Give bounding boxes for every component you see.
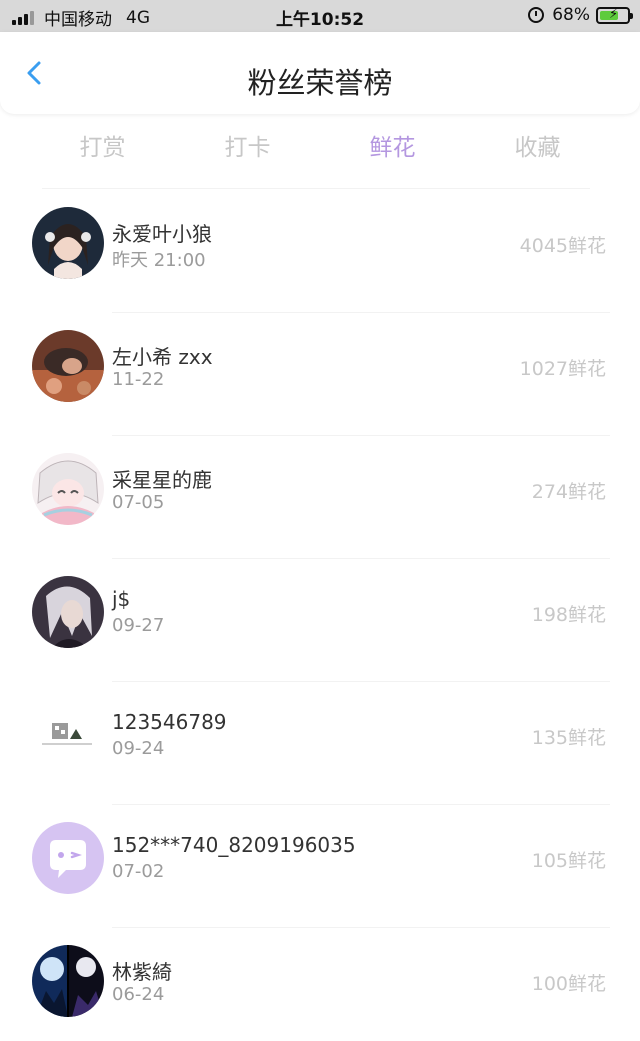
charging-bolt-icon: ⚡ (609, 6, 619, 22)
list-item[interactable]: j$ 09-27 198鲜花 (0, 559, 640, 682)
avatar[interactable] (32, 576, 104, 648)
avatar[interactable] (32, 453, 104, 525)
nav-bar: 粉丝荣誉榜 (0, 32, 640, 114)
tabs-divider (42, 188, 590, 189)
avatar[interactable] (32, 945, 104, 1017)
fan-name: 采星星的鹿 (112, 468, 212, 492)
avatar[interactable] (32, 822, 104, 894)
flower-count: 1027鲜花 (519, 358, 606, 380)
fan-name: 左小希 zxx (112, 345, 213, 369)
list-item[interactable]: 采星星的鹿 07-05 274鲜花 (0, 436, 640, 559)
fan-name: 152***740_8209196035 (112, 833, 356, 857)
flower-count: 274鲜花 (531, 481, 606, 503)
avatar[interactable] (32, 207, 104, 279)
tab-reward[interactable]: 打赏 (30, 128, 175, 161)
tab-flowers[interactable]: 鲜花 (320, 128, 465, 161)
battery-icon: ⚡ (596, 6, 633, 24)
battery-percent: 68% (552, 5, 590, 25)
tab-checkin[interactable]: 打卡 (175, 128, 320, 161)
fan-date: 07-05 (112, 492, 165, 513)
status-bar: 中国移动 4G 上午10:52 68% ⚡ (0, 0, 640, 32)
list-item[interactable]: 左小希 zxx 11-22 1027鲜花 (0, 313, 640, 436)
fan-name: 林紫綺 (112, 960, 172, 984)
flower-count: 135鲜花 (531, 727, 606, 749)
list-item[interactable]: 林紫綺 06-24 100鲜花 (0, 928, 640, 1041)
page-title: 粉丝荣誉榜 (247, 66, 393, 100)
fan-date: 06-24 (112, 984, 165, 1005)
fan-date: 昨天 21:00 (112, 250, 206, 271)
fan-date: 09-27 (112, 615, 165, 636)
flower-count: 4045鲜花 (519, 235, 606, 257)
flower-count: 105鲜花 (531, 850, 606, 872)
tab-bar: 打赏 打卡 鲜花 收藏 (30, 128, 610, 161)
alarm-icon (528, 7, 545, 23)
avatar[interactable] (32, 330, 104, 402)
status-right: 68% ⚡ (528, 5, 633, 25)
flower-count: 100鲜花 (531, 973, 606, 995)
fan-name: j$ (112, 587, 131, 611)
fan-name: 永爱叶小狼 (112, 222, 212, 246)
fan-list: 永爱叶小狼 昨天 21:00 4045鲜花 左小希 zxx 11-22 1027… (0, 190, 640, 1041)
tab-favorites[interactable]: 收藏 (465, 128, 610, 161)
list-item[interactable]: 永爱叶小狼 昨天 21:00 4045鲜花 (0, 190, 640, 313)
avatar[interactable] (32, 699, 104, 771)
fan-name: 123546789 (112, 710, 227, 734)
flower-count: 198鲜花 (531, 604, 606, 626)
fan-date: 11-22 (112, 369, 165, 390)
list-item[interactable]: 123546789 09-24 135鲜花 (0, 682, 640, 805)
list-item[interactable]: 152***740_8209196035 07-02 105鲜花 (0, 805, 640, 928)
fan-date: 07-02 (112, 861, 165, 882)
fan-date: 09-24 (112, 738, 165, 759)
